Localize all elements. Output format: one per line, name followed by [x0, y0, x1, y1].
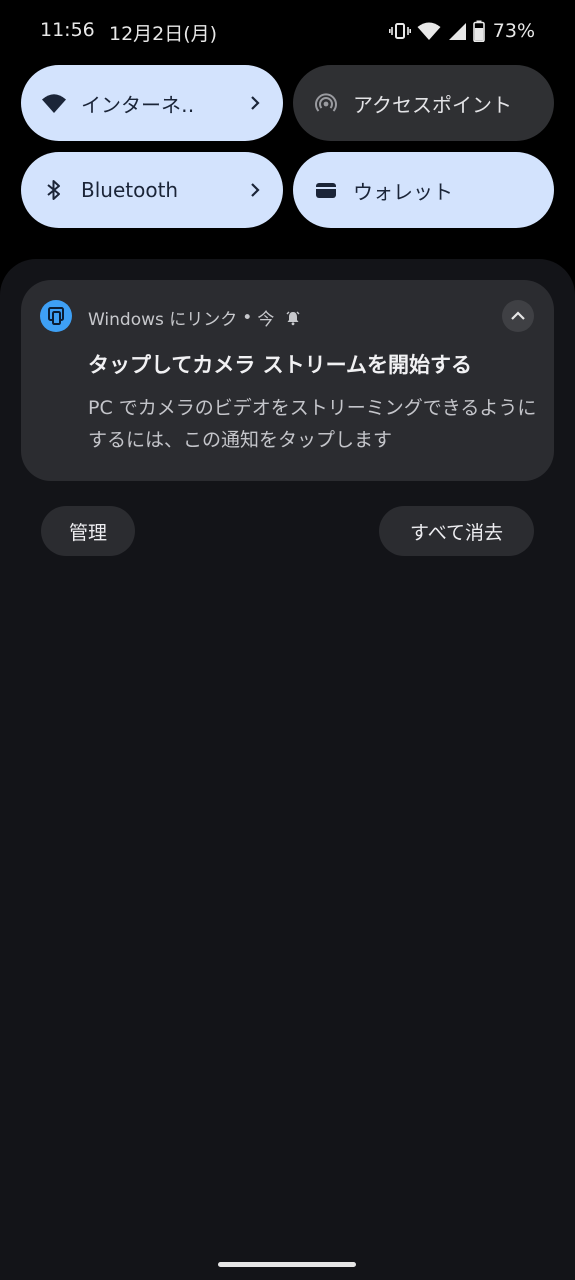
- notification-body: PC でカメラのビデオをストリーミングできるようにするには、この通知をタップしま…: [88, 397, 537, 451]
- notification-separator: •: [242, 307, 253, 328]
- wallet-icon: [313, 177, 339, 203]
- vibrate-icon: [388, 21, 411, 41]
- wifi-icon: [417, 21, 441, 41]
- collapse-button[interactable]: [502, 300, 534, 332]
- chevron-right-icon: [245, 93, 265, 113]
- tile-internet-label: インターネ‥: [81, 92, 195, 117]
- notification-app-name: Windows にリンク: [88, 310, 238, 330]
- tile-internet[interactable]: インターネ‥: [21, 65, 283, 141]
- chevron-up-icon: [510, 310, 526, 322]
- phone-link-icon: [40, 300, 72, 332]
- bell-icon: [285, 310, 301, 326]
- notification-header: Windows にリンク • 今: [88, 305, 301, 330]
- tile-hotspot[interactable]: アクセスポイント: [293, 65, 554, 141]
- tile-wallet[interactable]: ウォレット: [293, 152, 554, 228]
- battery-icon: [472, 20, 485, 42]
- tile-bluetooth[interactable]: Bluetooth: [21, 152, 283, 228]
- status-time: 11:56: [40, 19, 95, 41]
- bluetooth-icon: [41, 177, 67, 203]
- clear-all-button[interactable]: すべて消去: [379, 506, 534, 556]
- tile-wallet-label: ウォレット: [353, 179, 453, 204]
- chevron-right-icon: [245, 180, 265, 200]
- notification-title: タップしてカメラ ストリームを開始する: [88, 353, 473, 377]
- notification-time: 今: [257, 310, 275, 330]
- tile-bluetooth-label: Bluetooth: [81, 178, 179, 202]
- home-indicator[interactable]: [218, 1262, 356, 1267]
- manage-button[interactable]: 管理: [41, 506, 135, 556]
- battery-percent: 73%: [492, 20, 535, 42]
- wifi-icon: [41, 90, 67, 116]
- cell-signal-icon: [447, 21, 467, 41]
- status-bar: 11:56 12月2日(月) 73%: [0, 0, 575, 62]
- tile-hotspot-label: アクセスポイント: [353, 92, 512, 117]
- status-icons: 73%: [388, 18, 535, 44]
- status-date: 12月2日(月): [109, 23, 218, 45]
- phone-screen: 11:56 12月2日(月) 73% インターネ‥ アクセスポイント Bluet…: [0, 0, 575, 1280]
- hotspot-icon: [313, 90, 339, 116]
